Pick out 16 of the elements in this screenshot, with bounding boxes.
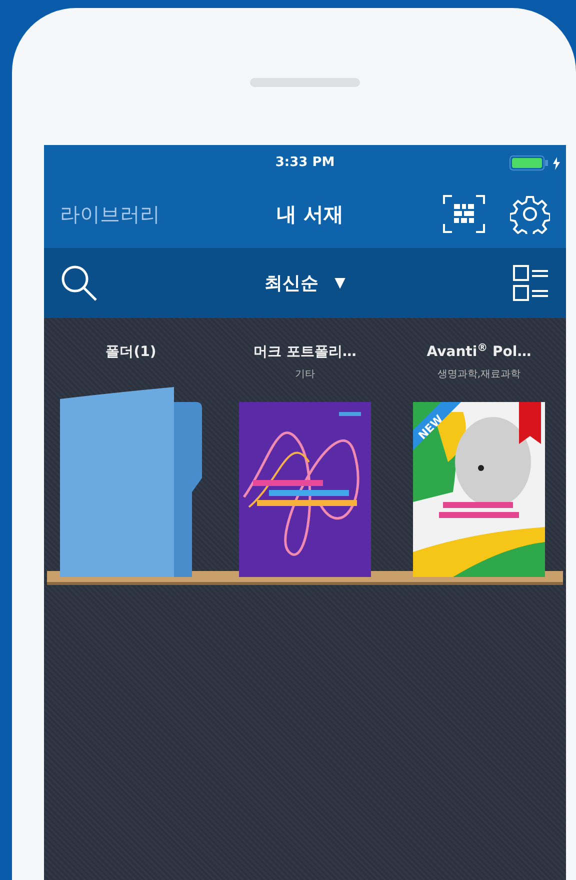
qr-scan-icon[interactable] (442, 194, 486, 234)
search-icon[interactable] (60, 264, 98, 302)
settings-icon[interactable] (510, 194, 550, 234)
book-title: 머크 포트폴리… (254, 343, 356, 362)
battery-icon (509, 155, 549, 171)
list-view-icon[interactable] (512, 263, 550, 303)
sort-dropdown[interactable]: 최신순 ▼ (264, 270, 346, 296)
screen-title: 내 서재 (276, 201, 344, 228)
book-cover-drawing[interactable] (413, 402, 545, 577)
library-link[interactable]: 라이브러리 (60, 199, 240, 229)
book-category: 생명과학,재료과학 (437, 368, 521, 382)
book-category: 기타 (295, 368, 315, 382)
book-title: Avanti$^{®}$ Pol… (426, 342, 532, 362)
book-cover-drawing[interactable] (239, 402, 371, 577)
folder-name: 폴더(1) (106, 343, 156, 362)
status-time: 3:33 PM (275, 154, 335, 172)
